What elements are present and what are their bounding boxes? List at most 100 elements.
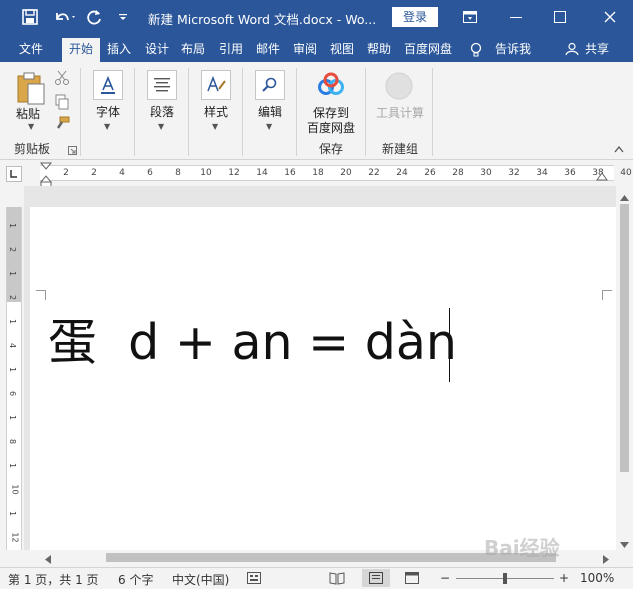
ruler-tick: 1 (8, 414, 18, 421)
document-page[interactable] (30, 207, 616, 550)
cut-icon[interactable] (54, 70, 70, 89)
tab-selector[interactable] (6, 166, 22, 182)
tell-me-search[interactable]: 告诉我 (492, 38, 534, 62)
tab-review[interactable]: 审阅 (288, 38, 322, 62)
tab-view[interactable]: 视图 (325, 38, 359, 62)
separator (296, 68, 297, 156)
lightbulb-icon[interactable] (466, 38, 486, 62)
scroll-up-icon[interactable] (620, 190, 629, 204)
tab-mailings[interactable]: 邮件 (251, 38, 285, 62)
ribbon-home: 粘贴 ▼ 剪贴板 字体 ▼ 段落 ▼ 样式 ▼ 编辑 ▼ 保存到 百度网盘 保存 (0, 62, 633, 160)
vertical-scrollbar[interactable] (616, 186, 633, 550)
web-layout-icon[interactable] (405, 572, 419, 587)
paragraph-button-label[interactable]: 段落 (150, 103, 174, 120)
vertical-ruler[interactable]: 1 2 1 2 1 4 1 6 1 8 1 10 1 12 (6, 207, 22, 550)
styles-button-label[interactable]: 样式 (204, 103, 228, 120)
clipboard-group-label: 剪贴板 (14, 142, 51, 156)
tab-design[interactable]: 设计 (140, 38, 174, 62)
ruler-tick: 12 (228, 168, 240, 178)
print-layout-icon[interactable] (362, 569, 390, 587)
font-icon[interactable] (93, 70, 123, 100)
scroll-left-icon[interactable] (44, 553, 51, 567)
minimize-icon[interactable] (504, 5, 528, 29)
find-icon[interactable] (255, 70, 285, 100)
ruler-tick: 1 (8, 222, 18, 229)
redo-icon[interactable] (84, 6, 106, 28)
customize-quick-access-icon[interactable] (114, 6, 132, 28)
zoom-in-button[interactable]: + (559, 571, 569, 585)
word-count[interactable]: 6 个字 (118, 571, 153, 588)
clipboard-launcher-icon[interactable] (68, 144, 77, 158)
collapse-ribbon-icon[interactable] (614, 142, 624, 156)
document-text[interactable]: 蛋 d + an = dàn (48, 312, 457, 374)
copy-icon[interactable] (54, 94, 70, 113)
maximize-icon[interactable] (548, 5, 572, 29)
baidu-netdisk-icon[interactable] (317, 72, 345, 101)
editing-button-label[interactable]: 编辑 (258, 103, 282, 120)
status-bar: 第 1 页，共 1 页 6 个字 中文(中国) − + 100% (0, 567, 633, 589)
close-icon[interactable] (598, 5, 622, 29)
ruler-tick: 26 (424, 168, 436, 178)
ruler-tick: 20 (340, 168, 352, 178)
language-indicator[interactable]: 中文(中国) (172, 571, 229, 588)
format-painter-icon[interactable] (54, 116, 70, 135)
zoom-out-button[interactable]: − (440, 571, 450, 585)
ruler-tick: 8 (8, 438, 18, 445)
right-indent-marker-icon[interactable] (596, 168, 608, 185)
font-dropdown-icon[interactable]: ▼ (104, 122, 110, 131)
crop-mark-left (36, 290, 46, 300)
horizontal-ruler[interactable]: 2 2 4 6 8 10 12 14 16 18 20 22 24 26 28 30 32 34 36 38 40 (40, 165, 632, 181)
ruler-tick: 32 (508, 168, 520, 178)
ruler-tick: 4 (119, 168, 125, 178)
styles-dropdown-icon[interactable]: ▼ (212, 122, 218, 131)
zoom-level[interactable]: 100% (580, 571, 614, 585)
paste-button-label[interactable]: 粘贴 (16, 105, 40, 122)
paragraph-icon[interactable] (147, 70, 177, 100)
ribbon-display-options-icon[interactable] (458, 5, 482, 29)
paragraph-dropdown-icon[interactable]: ▼ (158, 122, 164, 131)
ruler-tick: 1 (8, 270, 18, 277)
tab-references[interactable]: 引用 (214, 38, 248, 62)
zoom-slider-thumb[interactable] (503, 573, 507, 584)
tab-baidu-netdisk[interactable]: 百度网盘 (400, 38, 456, 62)
save-group-label: 保存 (319, 142, 344, 156)
styles-icon[interactable] (201, 70, 231, 100)
ruler-tick: 8 (175, 168, 181, 178)
ruler-tick: 1 (8, 510, 18, 517)
tab-file[interactable]: 文件 (14, 38, 48, 62)
separator (188, 68, 189, 156)
ruler-tick: 1 (8, 366, 18, 373)
ruler-tick: 16 (284, 168, 296, 178)
tab-home[interactable]: 开始 (62, 38, 100, 62)
tool-calc-icon (385, 72, 413, 103)
tab-insert[interactable]: 插入 (102, 38, 136, 62)
ruler-tick: 40 (620, 168, 632, 178)
undo-icon[interactable] (50, 6, 80, 28)
vertical-scroll-thumb[interactable] (620, 204, 629, 472)
font-button-label[interactable]: 字体 (96, 103, 120, 120)
login-button[interactable]: 登录 (392, 7, 438, 27)
ruler-tick: 28 (452, 168, 464, 178)
editing-dropdown-icon[interactable]: ▼ (266, 122, 272, 131)
ruler-tick: 6 (8, 390, 18, 397)
macro-record-icon[interactable] (247, 572, 261, 587)
save-icon[interactable] (18, 6, 42, 28)
share-user-icon[interactable] (562, 38, 582, 62)
paste-dropdown-icon[interactable]: ▼ (28, 122, 34, 131)
ruler-tick: 34 (536, 168, 548, 178)
baidu-jingyan-watermark: Bai经验 (484, 536, 560, 560)
paste-icon[interactable] (16, 72, 46, 109)
read-mode-icon[interactable] (329, 572, 345, 588)
tab-help[interactable]: 帮助 (362, 38, 396, 62)
save-to-baidu-label-line2[interactable]: 百度网盘 (307, 119, 355, 136)
scroll-right-icon[interactable] (603, 553, 610, 567)
ruler-tick: 6 (147, 168, 153, 178)
page-count[interactable]: 第 1 页，共 1 页 (8, 571, 99, 588)
separator (365, 68, 366, 156)
ruler-tick: 1 (8, 318, 18, 325)
ruler-tick: 1 (8, 462, 18, 469)
scroll-down-icon[interactable] (620, 538, 629, 552)
tab-layout[interactable]: 布局 (176, 38, 210, 62)
ruler-tick: 2 (8, 294, 18, 301)
share-button[interactable]: 共享 (582, 38, 612, 62)
